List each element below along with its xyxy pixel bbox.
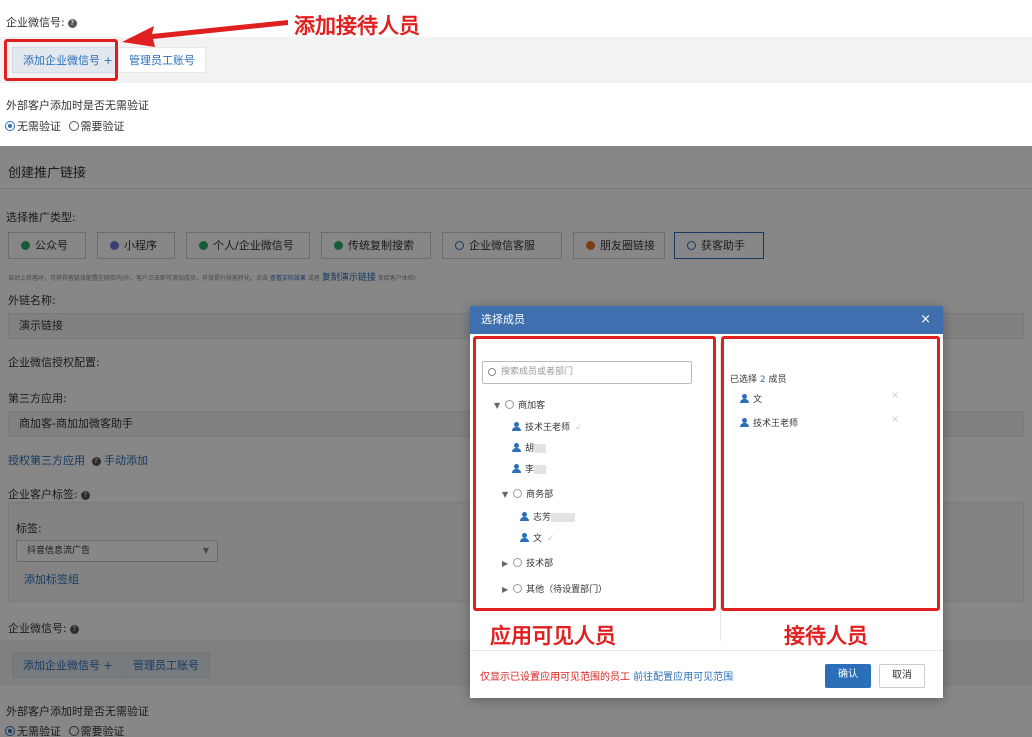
callout-reception-staff: 接待人员 xyxy=(784,624,868,648)
radio-no-verify-label: 无需验证 xyxy=(17,120,61,133)
wechat-label-row: 企业微信号:? xyxy=(6,14,77,30)
wechat-label: 企业微信号: xyxy=(6,16,65,29)
modal-title: 选择成员 xyxy=(481,313,525,326)
radio-need-verify[interactable] xyxy=(68,121,79,131)
annotation-box-reception xyxy=(721,336,940,611)
confirm-button[interactable]: 确认 xyxy=(825,664,871,688)
close-icon[interactable]: × xyxy=(920,306,931,334)
annotation-box-visible xyxy=(473,336,716,611)
footer-note-row: 仅显示已设置应用可见范围的员工 前往配置应用可见范围 xyxy=(480,668,733,683)
modal-header: 选择成员 × xyxy=(470,306,943,334)
annotation-arrow-icon xyxy=(122,20,288,47)
callout-visible-staff: 应用可见人员 xyxy=(490,624,616,648)
config-visibility-link[interactable]: 前往配置应用可见范围 xyxy=(633,672,733,683)
radio-no-verify[interactable] xyxy=(5,121,15,131)
radio-need-verify-label: 需要验证 xyxy=(80,120,125,133)
cancel-button[interactable]: 取消 xyxy=(879,664,925,688)
annotation-box-add-button xyxy=(4,39,118,81)
modal-footer: 仅显示已设置应用可见范围的员工 前往配置应用可见范围 确认 取消 xyxy=(470,650,943,698)
verify-radio-group: 无需验证 需要验证 xyxy=(5,118,125,134)
verify-label: 外部客户添加时是否无需验证 xyxy=(6,99,149,112)
callout-add-staff: 添加接待人员 xyxy=(294,14,420,38)
help-icon[interactable]: ? xyxy=(67,18,77,28)
footer-note: 仅显示已设置应用可见范围的员工 xyxy=(480,672,630,683)
